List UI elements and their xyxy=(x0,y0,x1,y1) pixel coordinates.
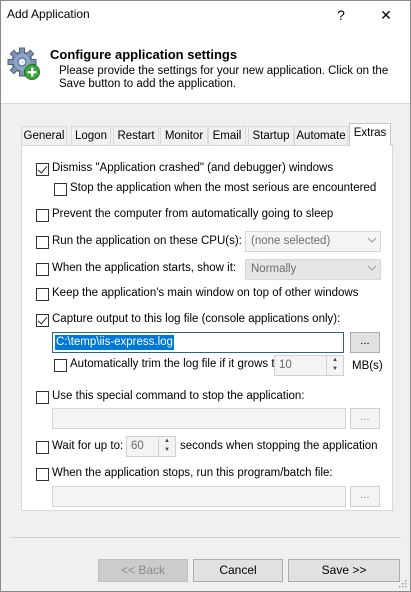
spin-down-icon[interactable]: ▼ xyxy=(327,365,343,374)
trim-size-stepper[interactable]: 10 ▲ ▼ xyxy=(274,355,344,376)
stop-command-label: Use this special command to stop the app… xyxy=(52,390,305,402)
tab-email[interactable]: Email xyxy=(208,126,246,146)
stop-command-checkbox[interactable] xyxy=(36,391,49,404)
title-bar: Add Application ? ✕ xyxy=(1,1,410,29)
header-title: Configure application settings xyxy=(50,47,238,62)
dismiss-crashed-label: Dismiss "Application crashed" (and debug… xyxy=(52,162,334,174)
gear-plus-icon xyxy=(7,47,40,80)
add-application-window: Add Application ? ✕ Configure applicatio… xyxy=(0,0,411,592)
stop-serious-checkbox[interactable] xyxy=(54,183,67,196)
show-it-label: When the application starts, show it: xyxy=(52,262,237,274)
log-file-input[interactable]: C:\temp\iis-express.log xyxy=(52,332,344,353)
stop-serious-label: Stop the application when the most serio… xyxy=(70,182,377,194)
close-button[interactable]: ✕ xyxy=(364,1,408,29)
tab-monitor[interactable]: Monitor xyxy=(160,126,208,146)
back-button[interactable]: << Back xyxy=(98,559,188,582)
chevron-down-icon xyxy=(368,237,376,243)
stop-command-browse-button[interactable]: ... xyxy=(350,408,380,429)
spin-up-icon[interactable]: ▲ xyxy=(159,437,175,446)
trim-size-value: 10 xyxy=(279,359,292,371)
show-it-checkbox[interactable] xyxy=(36,263,49,276)
chevron-down-icon xyxy=(368,265,376,271)
show-it-select-value: Normally xyxy=(251,263,297,275)
wait-seconds-spin-buttons: ▲ ▼ xyxy=(158,437,175,456)
prevent-sleep-label: Prevent the computer from automatically … xyxy=(52,208,334,220)
tab-startup[interactable]: Startup xyxy=(248,126,294,146)
cpus-select[interactable]: (none selected) xyxy=(245,231,381,252)
cpus-label: Run the application on these CPU(s): xyxy=(52,235,242,247)
header-panel: Configure application settings Please pr… xyxy=(1,29,410,104)
run-after-input[interactable] xyxy=(52,486,346,507)
trim-size-spin-buttons: ▲ ▼ xyxy=(326,356,343,375)
dismiss-crashed-checkbox[interactable] xyxy=(36,163,49,176)
window-title: Add Application xyxy=(7,7,90,21)
wait-label: Wait for up to: xyxy=(52,440,124,452)
log-file-path: C:\temp\iis-express.log xyxy=(55,335,174,350)
extras-panel: Dismiss "Application crashed" (and debug… xyxy=(21,145,393,511)
help-button[interactable]: ? xyxy=(319,1,363,29)
keep-top-label: Keep the application's main window on to… xyxy=(52,287,359,299)
cpus-checkbox[interactable] xyxy=(36,236,49,249)
tab-logon[interactable]: Logon xyxy=(71,126,111,146)
keep-top-checkbox[interactable] xyxy=(36,288,49,301)
capture-output-label: Capture output to this log file (console… xyxy=(52,313,341,325)
wait-seconds-stepper[interactable]: 60 ▲ ▼ xyxy=(126,436,176,457)
run-after-checkbox[interactable] xyxy=(36,468,49,481)
spin-up-icon[interactable]: ▲ xyxy=(327,356,343,365)
resize-grip-icon[interactable] xyxy=(397,578,407,588)
cpus-select-value: (none selected) xyxy=(251,235,331,247)
tab-general[interactable]: General xyxy=(21,126,67,146)
trim-size-unit: MB(s) xyxy=(352,360,383,372)
tab-restart[interactable]: Restart xyxy=(113,126,159,146)
tab-extras[interactable]: Extras xyxy=(349,123,391,146)
trim-log-label: Automatically trim the log file if it gr… xyxy=(70,358,281,370)
tab-automate[interactable]: Automate xyxy=(294,126,348,146)
header-description: Please provide the settings for your new… xyxy=(59,65,389,90)
save-button[interactable]: Save >> xyxy=(288,559,400,582)
run-after-label: When the application stops, run this pro… xyxy=(52,467,333,479)
prevent-sleep-checkbox[interactable] xyxy=(36,209,49,222)
spin-down-icon[interactable]: ▼ xyxy=(159,446,175,455)
show-it-select[interactable]: Normally xyxy=(245,259,381,280)
wait-seconds-value: 60 xyxy=(131,440,144,452)
trim-log-checkbox[interactable] xyxy=(54,359,67,372)
log-file-browse-button[interactable]: ... xyxy=(350,332,380,353)
run-after-browse-button[interactable]: ... xyxy=(350,486,380,507)
cancel-button[interactable]: Cancel xyxy=(193,559,283,582)
wait-seconds-label: seconds when stopping the application xyxy=(180,440,378,452)
footer-divider xyxy=(11,537,401,538)
stop-command-input[interactable] xyxy=(52,408,346,429)
wait-checkbox[interactable] xyxy=(36,441,49,454)
capture-output-checkbox[interactable] xyxy=(36,314,49,327)
